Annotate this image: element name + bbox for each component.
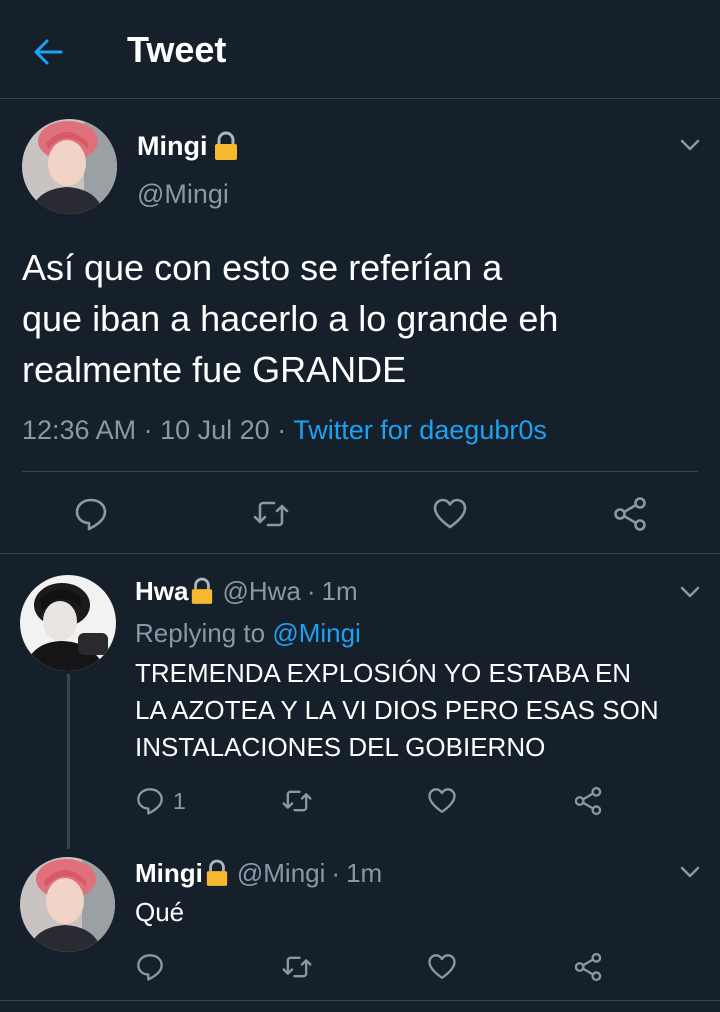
retweet-icon <box>282 790 312 812</box>
reply-tweet[interactable]: Hwa @Hwa · 1m Replying to @Mingi TREMEND… <box>0 554 720 854</box>
back-button[interactable] <box>28 32 68 72</box>
like-button[interactable] <box>432 496 468 532</box>
tweet-text: Qué <box>135 897 185 927</box>
like-button[interactable] <box>427 952 457 982</box>
heart-icon <box>433 498 467 529</box>
share-button[interactable] <box>612 496 648 532</box>
main-tweet: Mingi @Mingi Así que con esto se refería… <box>0 99 720 554</box>
tweet-text: Así que con esto se referían a que iban … <box>22 247 559 390</box>
author-name[interactable]: Mingi <box>135 856 203 890</box>
avatar[interactable] <box>20 575 116 671</box>
page-title: Tweet <box>127 29 227 70</box>
comment-icon <box>75 498 107 531</box>
reply-button[interactable] <box>73 496 109 532</box>
comment-icon <box>137 954 163 981</box>
reply-header: Mingi @Mingi · 1m <box>135 856 382 890</box>
tweet-text: TREMENDA EXPLOSIÓN YO ESTABA EN LA AZOTE… <box>135 658 659 762</box>
replying-to: Replying to @Mingi <box>135 618 361 648</box>
chevron-down-icon[interactable] <box>678 580 702 604</box>
tweet-detail-screen: Tweet Mingi @Mingi Así que con esto se r… <box>0 0 720 1012</box>
share-button[interactable] <box>573 952 603 982</box>
divider <box>0 1000 720 1001</box>
lock-icon <box>215 131 238 160</box>
retweet-button[interactable] <box>252 496 290 532</box>
tweet-age: 1m <box>346 858 383 888</box>
retweet-button[interactable] <box>281 786 313 816</box>
retweet-button[interactable] <box>281 952 313 982</box>
meta-separator: · <box>331 858 341 888</box>
heart-icon <box>428 788 456 813</box>
retweet-icon <box>253 501 289 527</box>
avatar[interactable] <box>20 857 115 952</box>
share-button[interactable] <box>573 786 603 816</box>
chevron-down-icon[interactable] <box>678 133 702 157</box>
lock-icon <box>192 577 213 604</box>
reply-header: Hwa @Hwa · 1m <box>135 574 358 608</box>
tweet-age: 1m <box>321 576 358 606</box>
tweet-source-link[interactable]: Twitter for daegubr0s <box>293 415 547 445</box>
like-button[interactable] <box>427 786 457 816</box>
author-name[interactable]: Hwa <box>135 574 188 608</box>
reply-button[interactable] <box>135 952 165 982</box>
chevron-down-icon[interactable] <box>678 860 702 884</box>
tweet-metadata: 12:36 AM · 10 Jul 20 · Twitter for daegu… <box>22 410 547 450</box>
author-handle[interactable]: @Hwa <box>222 574 300 608</box>
top-app-bar: Tweet <box>0 0 720 99</box>
meta-separator: · <box>143 415 153 445</box>
reply-tweet[interactable]: Mingi @Mingi · 1m Qué <box>0 840 720 1000</box>
thread-connector <box>67 674 70 849</box>
arrow-left-icon <box>34 39 63 65</box>
lock-icon <box>206 859 228 886</box>
heart-icon <box>428 954 456 979</box>
mention-link[interactable]: @Mingi <box>272 618 361 648</box>
share-icon <box>614 497 646 531</box>
reply-button[interactable]: 1 <box>135 786 186 816</box>
comment-icon <box>137 788 163 815</box>
share-icon <box>574 952 602 982</box>
author-handle[interactable]: @Mingi <box>237 856 326 890</box>
meta-separator: · <box>277 415 287 445</box>
meta-separator: · <box>306 576 316 606</box>
divider <box>22 471 698 472</box>
reply-count: 1 <box>173 787 186 814</box>
author-name[interactable]: Mingi <box>137 129 239 163</box>
author-handle[interactable]: @Mingi <box>137 177 229 211</box>
tweet-time: 12:36 AM <box>22 415 137 445</box>
tweet-date: 10 Jul 20 <box>160 415 270 445</box>
avatar[interactable] <box>22 119 117 214</box>
retweet-icon <box>282 956 312 978</box>
share-icon <box>574 786 602 816</box>
